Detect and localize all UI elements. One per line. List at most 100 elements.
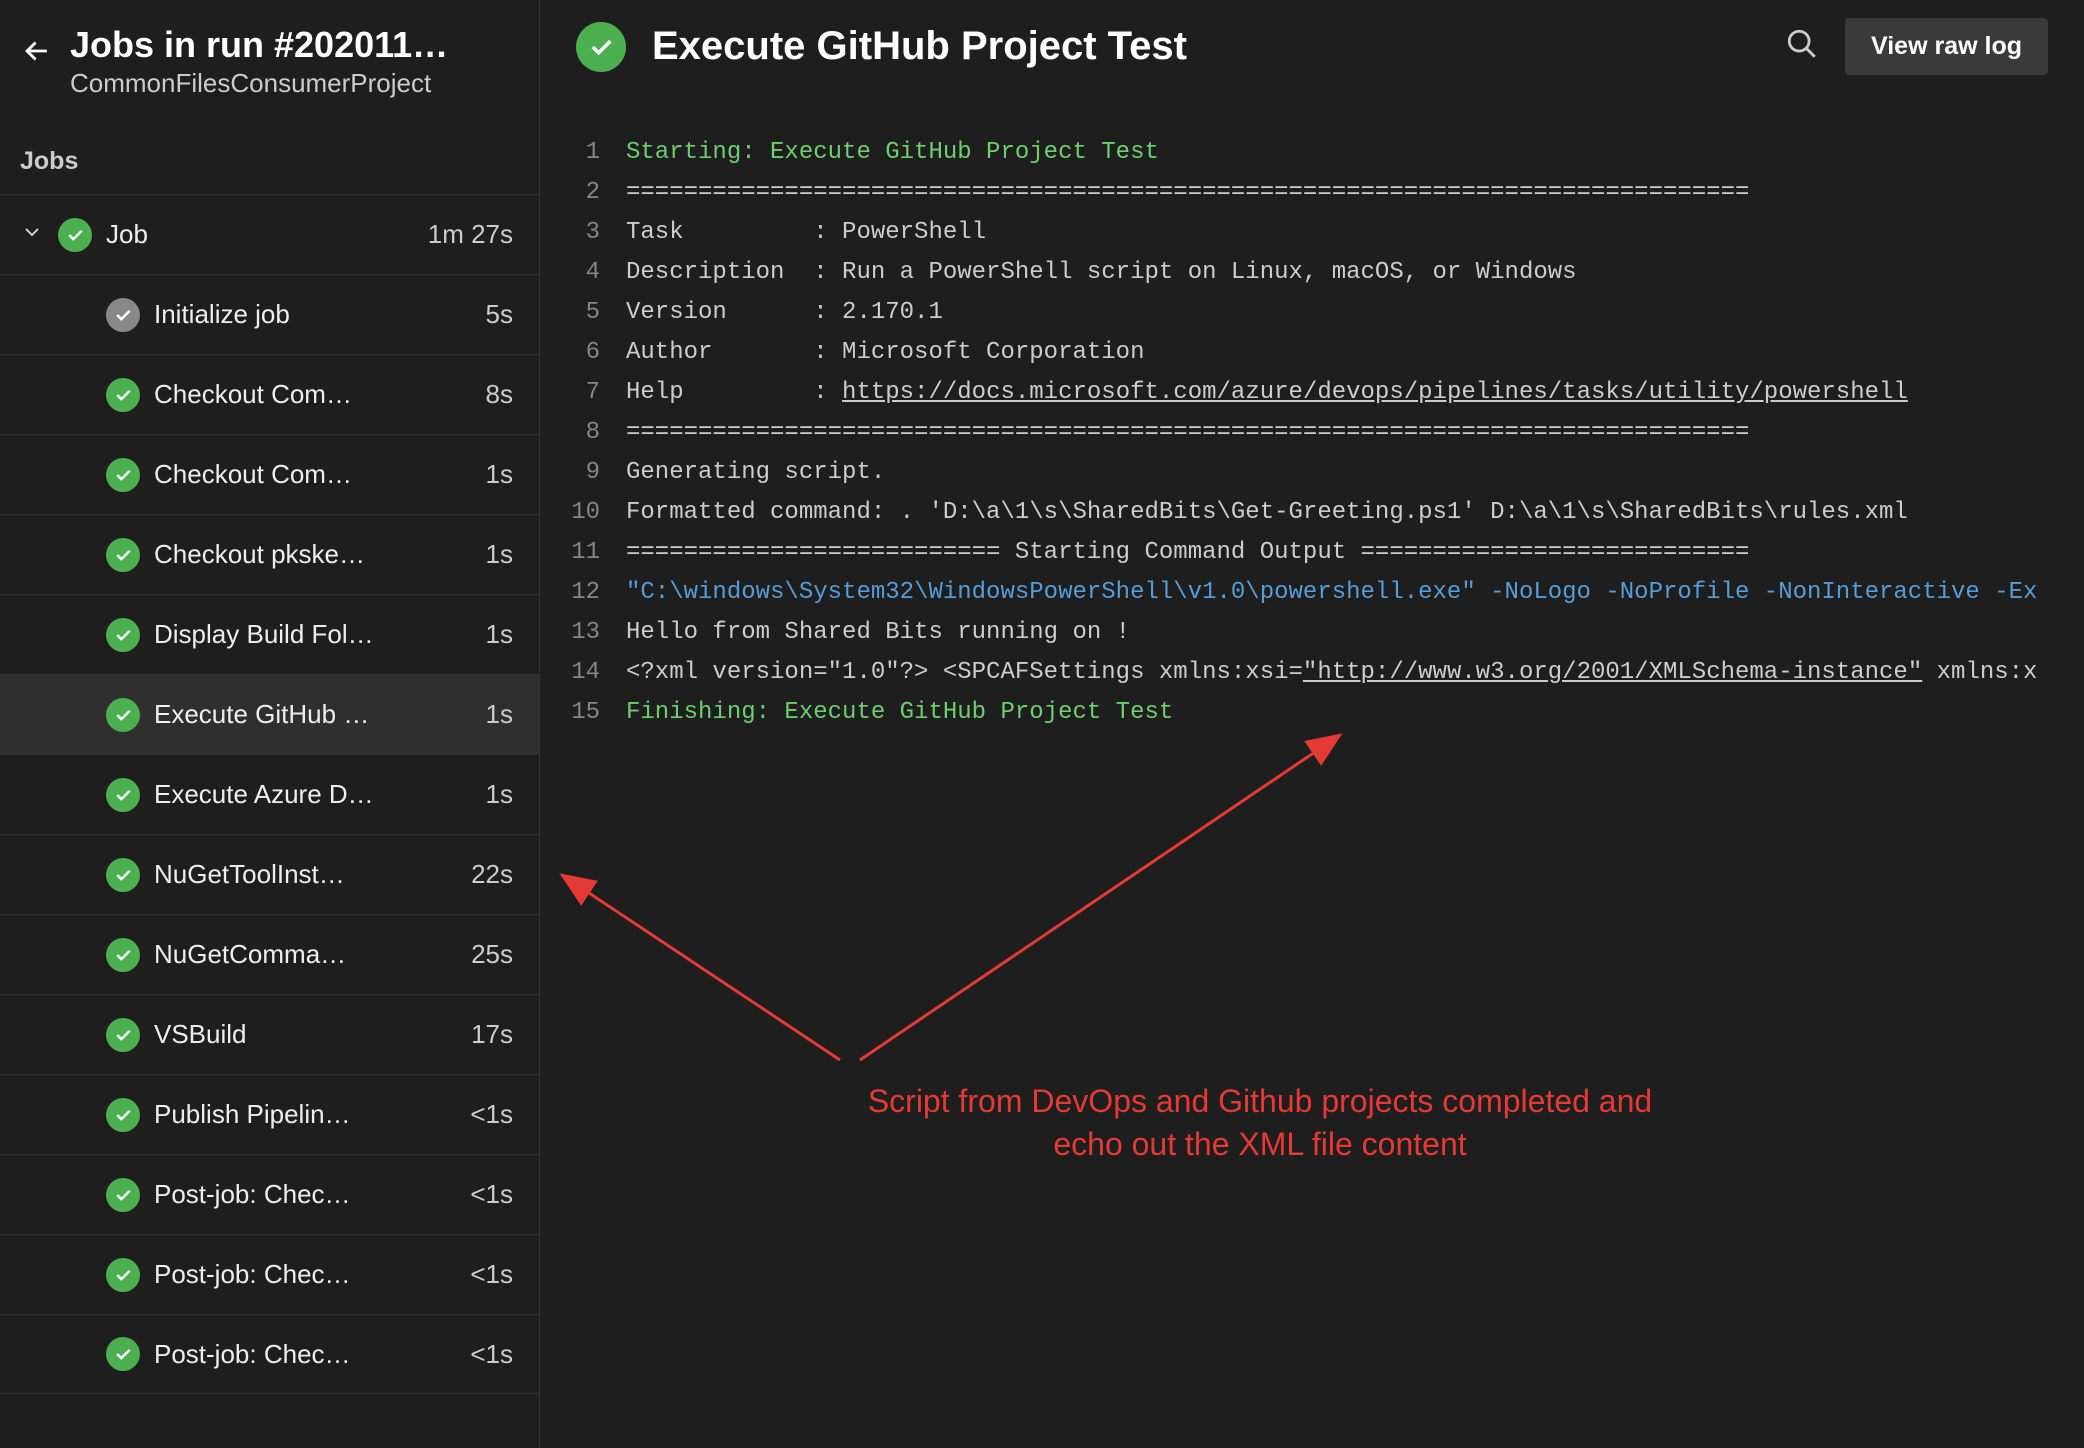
log-line: 4Description : Run a PowerShell script o… bbox=[540, 253, 2084, 293]
job-step-duration: <1s bbox=[470, 1259, 519, 1290]
job-step-duration: 8s bbox=[486, 379, 519, 410]
check-icon bbox=[106, 778, 140, 812]
line-content: Formatted command: . 'D:\a\1\s\SharedBit… bbox=[626, 493, 1908, 533]
check-icon bbox=[106, 1178, 140, 1212]
job-step-row[interactable]: Execute GitHub … 1s bbox=[0, 674, 539, 754]
log-line: 12"C:\windows\System32\WindowsPowerShell… bbox=[540, 573, 2084, 613]
job-step-label: NuGetToolInst… bbox=[154, 859, 457, 890]
line-content: ========================================… bbox=[626, 413, 1749, 453]
line-content: Generating script. bbox=[626, 453, 885, 493]
job-step-duration: 1s bbox=[486, 539, 519, 570]
line-number: 8 bbox=[540, 413, 626, 453]
job-step-duration: 17s bbox=[471, 1019, 519, 1050]
back-arrow-icon[interactable] bbox=[20, 24, 54, 73]
job-parent-row[interactable]: Job 1m 27s bbox=[0, 194, 539, 274]
search-icon[interactable] bbox=[1785, 27, 1819, 66]
line-number: 2 bbox=[540, 173, 626, 213]
line-content: Help : https://docs.microsoft.com/azure/… bbox=[626, 373, 1908, 413]
project-name: CommonFilesConsumerProject bbox=[70, 68, 448, 99]
log-line: 13Hello from Shared Bits running on ! bbox=[540, 613, 2084, 653]
job-step-duration: <1s bbox=[470, 1339, 519, 1370]
step-title: Execute GitHub Project Test bbox=[652, 24, 1759, 69]
line-number: 11 bbox=[540, 533, 626, 573]
line-number: 15 bbox=[540, 693, 626, 733]
log-line: 9Generating script. bbox=[540, 453, 2084, 493]
job-step-row[interactable]: Initialize job 5s bbox=[0, 274, 539, 354]
check-icon bbox=[106, 938, 140, 972]
line-number: 7 bbox=[540, 373, 626, 413]
line-content: ========================== Starting Comm… bbox=[626, 533, 1749, 573]
job-step-label: Execute GitHub … bbox=[154, 699, 472, 730]
line-content: Finishing: Execute GitHub Project Test bbox=[626, 693, 1173, 733]
jobs-sidebar: Jobs in run #202011… CommonFilesConsumer… bbox=[0, 0, 540, 1448]
log-line: 5Version : 2.170.1 bbox=[540, 293, 2084, 333]
log-line: 14<?xml version="1.0"?> <SPCAFSettings x… bbox=[540, 653, 2084, 693]
check-icon bbox=[106, 618, 140, 652]
job-step-label: VSBuild bbox=[154, 1019, 457, 1050]
line-content: Starting: Execute GitHub Project Test bbox=[626, 133, 1159, 173]
annotation-text: Script from DevOps and Github projects c… bbox=[810, 1080, 1710, 1166]
job-step-duration: 5s bbox=[486, 299, 519, 330]
job-step-row[interactable]: VSBuild 17s bbox=[0, 994, 539, 1074]
job-step-label: Checkout pkske… bbox=[154, 539, 472, 570]
log-line: 15Finishing: Execute GitHub Project Test bbox=[540, 693, 2084, 733]
job-step-label: Display Build Fol… bbox=[154, 619, 472, 650]
job-step-row[interactable]: NuGetComma… 25s bbox=[0, 914, 539, 994]
line-content: Hello from Shared Bits running on ! bbox=[626, 613, 1130, 653]
check-icon bbox=[106, 298, 140, 332]
job-step-row[interactable]: Publish Pipelin… <1s bbox=[0, 1074, 539, 1154]
log-line: 7Help : https://docs.microsoft.com/azure… bbox=[540, 373, 2084, 413]
job-step-row[interactable]: Post-job: Chec…<1s bbox=[0, 1314, 539, 1394]
job-step-duration: <1s bbox=[470, 1099, 519, 1130]
line-content: <?xml version="1.0"?> <SPCAFSettings xml… bbox=[626, 653, 2037, 693]
job-step-label: Checkout Com… bbox=[154, 379, 472, 410]
line-content: "C:\windows\System32\WindowsPowerShell\v… bbox=[626, 573, 2037, 613]
job-step-row[interactable]: Display Build Fol…1s bbox=[0, 594, 539, 674]
line-content: Version : 2.170.1 bbox=[626, 293, 943, 333]
job-step-duration: 1s bbox=[486, 699, 519, 730]
job-step-duration: 25s bbox=[471, 939, 519, 970]
job-step-row[interactable]: Execute Azure D… 1s bbox=[0, 754, 539, 834]
job-step-label: Execute Azure D… bbox=[154, 779, 472, 810]
log-line: 2=======================================… bbox=[540, 173, 2084, 213]
job-step-label: Post-job: Chec… bbox=[154, 1259, 456, 1290]
log-output[interactable]: 1Starting: Execute GitHub Project Test2=… bbox=[540, 93, 2084, 733]
line-content: ========================================… bbox=[626, 173, 1749, 213]
job-step-label: NuGetComma… bbox=[154, 939, 457, 970]
line-number: 1 bbox=[540, 133, 626, 173]
line-number: 4 bbox=[540, 253, 626, 293]
check-icon bbox=[576, 22, 626, 72]
job-step-label: Publish Pipelin… bbox=[154, 1099, 456, 1130]
line-number: 5 bbox=[540, 293, 626, 333]
log-line: 6Author : Microsoft Corporation bbox=[540, 333, 2084, 373]
check-icon bbox=[106, 1098, 140, 1132]
line-content: Task : PowerShell bbox=[626, 213, 986, 253]
job-step-row[interactable]: Post-job: Chec…<1s bbox=[0, 1154, 539, 1234]
log-line: 3Task : PowerShell bbox=[540, 213, 2084, 253]
job-step-duration: <1s bbox=[470, 1179, 519, 1210]
line-number: 6 bbox=[540, 333, 626, 373]
job-step-duration: 1s bbox=[486, 459, 519, 490]
log-line: 1Starting: Execute GitHub Project Test bbox=[540, 133, 2084, 173]
job-step-row[interactable]: Checkout Com… 8s bbox=[0, 354, 539, 434]
jobs-heading: Jobs bbox=[0, 107, 539, 194]
job-step-row[interactable]: Checkout Com…1s bbox=[0, 434, 539, 514]
log-panel: Execute GitHub Project Test View raw log… bbox=[540, 0, 2084, 1448]
job-duration: 1m 27s bbox=[428, 219, 519, 250]
job-step-row[interactable]: Checkout pkske… 1s bbox=[0, 514, 539, 594]
job-step-row[interactable]: NuGetToolInst… 22s bbox=[0, 834, 539, 914]
check-icon bbox=[106, 1337, 140, 1371]
job-step-row[interactable]: Post-job: Chec… <1s bbox=[0, 1234, 539, 1314]
job-step-label: Initialize job bbox=[154, 299, 472, 330]
line-content: Description : Run a PowerShell script on… bbox=[626, 253, 1577, 293]
check-icon bbox=[106, 698, 140, 732]
line-number: 9 bbox=[540, 453, 626, 493]
line-number: 10 bbox=[540, 493, 626, 533]
job-label: Job bbox=[106, 219, 414, 250]
line-number: 3 bbox=[540, 213, 626, 253]
job-list: Job 1m 27s Initialize job 5s Checkout Com… 8s… bbox=[0, 194, 539, 1394]
job-step-duration: 22s bbox=[471, 859, 519, 890]
log-line: 8=======================================… bbox=[540, 413, 2084, 453]
view-raw-log-button[interactable]: View raw log bbox=[1845, 18, 2048, 75]
job-step-duration: 1s bbox=[486, 779, 519, 810]
